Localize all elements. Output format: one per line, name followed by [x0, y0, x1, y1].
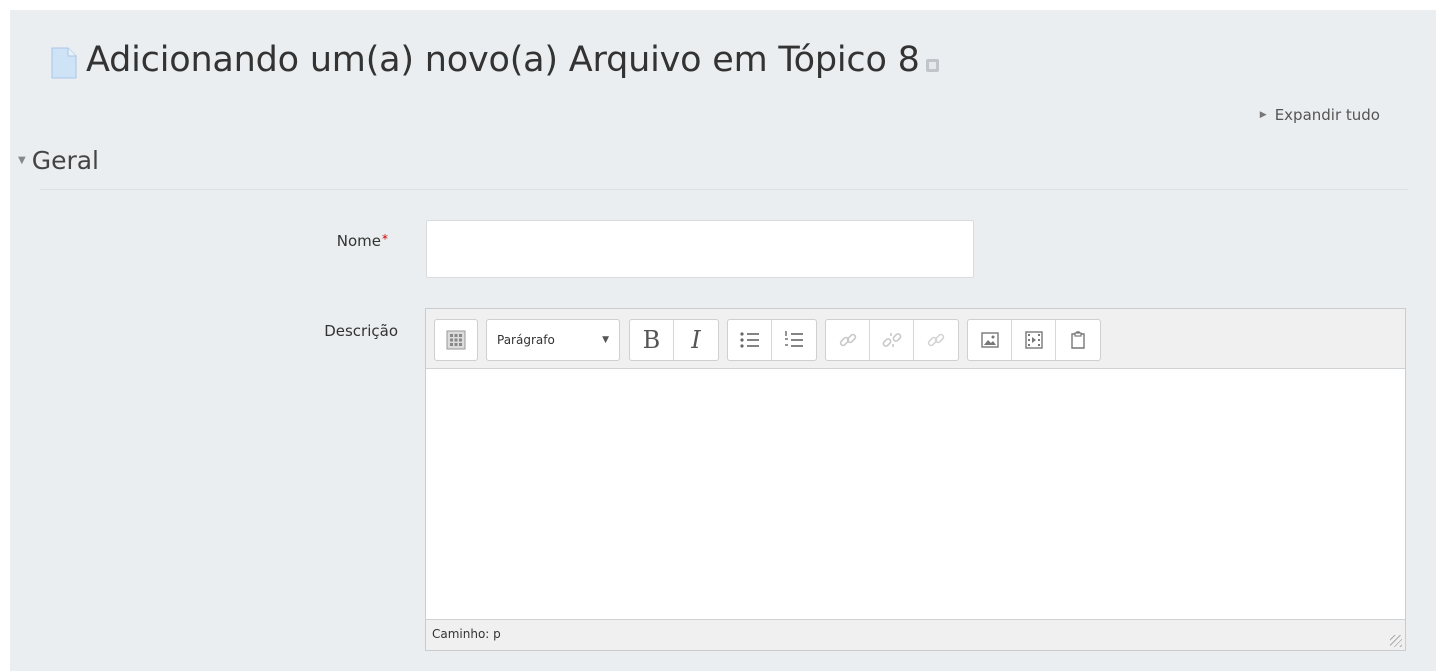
format-select[interactable]: Parágrafo ▼ [486, 319, 620, 361]
toolbar-group-lists [727, 319, 817, 361]
toolbar-group-media [967, 319, 1101, 361]
editor-toolbar: Parágrafo ▼ B I [426, 309, 1405, 369]
unordered-list-button[interactable] [728, 320, 772, 360]
help-icon[interactable] [925, 58, 939, 72]
toolbar-toggle-button[interactable] [435, 320, 477, 360]
expand-all-link[interactable]: ▶ Expandir tudo [1260, 106, 1380, 124]
bold-button[interactable]: B [630, 320, 674, 360]
manage-files-icon [1071, 331, 1085, 349]
anchor-icon [927, 333, 945, 347]
description-label: Descrição [324, 322, 398, 340]
resize-handle-icon[interactable] [1390, 635, 1402, 647]
ordered-list-button[interactable] [772, 320, 816, 360]
link-button[interactable] [826, 320, 870, 360]
required-icon: * [382, 232, 388, 246]
insert-media-button[interactable] [1012, 320, 1056, 360]
name-input[interactable] [426, 220, 974, 278]
toolbar-group-links [825, 319, 959, 361]
page-container: Adicionando um(a) novo(a) Arquivo em Tóp… [10, 10, 1436, 671]
link-icon [839, 333, 856, 347]
italic-button[interactable]: I [674, 320, 718, 360]
name-label-text: Nome [336, 232, 381, 250]
expand-all-label: Expandir tudo [1274, 106, 1380, 124]
insert-image-button[interactable] [968, 320, 1012, 360]
section-title: Geral [31, 146, 100, 175]
description-editor: Parágrafo ▼ B I Caminho: p [425, 308, 1406, 651]
page-title: Adicionando um(a) novo(a) Arquivo em Tóp… [86, 40, 920, 80]
dropdown-arrow-icon: ▼ [602, 335, 609, 345]
description-textarea[interactable] [426, 369, 1405, 619]
media-icon [1024, 331, 1043, 349]
format-select-value: Parágrafo [497, 333, 555, 347]
section-divider [40, 189, 1408, 190]
name-label: Nome* [188, 232, 388, 250]
element-path: Caminho: p [432, 627, 501, 641]
anchor-button[interactable] [914, 320, 958, 360]
toolbar-group-text-style: B I [629, 319, 719, 361]
toolbar-toggle-icon [446, 330, 466, 350]
editor-statusbar: Caminho: p [426, 619, 1405, 650]
triangle-right-icon: ▶ [1259, 110, 1267, 120]
unlink-icon [882, 333, 901, 347]
file-icon [51, 47, 77, 79]
page-header: Adicionando um(a) novo(a) Arquivo em Tóp… [50, 40, 939, 80]
ordered-list-icon [785, 331, 803, 347]
caret-down-icon: ▼ [18, 155, 26, 166]
unlink-button[interactable] [870, 320, 914, 360]
section-toggle-geral[interactable]: ▼ Geral [18, 146, 99, 175]
image-icon [980, 332, 999, 348]
format-select-button[interactable]: Parágrafo ▼ [487, 320, 619, 360]
manage-files-button[interactable] [1056, 320, 1100, 360]
toolbar-group-toggle [434, 319, 478, 361]
unordered-list-icon [739, 332, 759, 348]
